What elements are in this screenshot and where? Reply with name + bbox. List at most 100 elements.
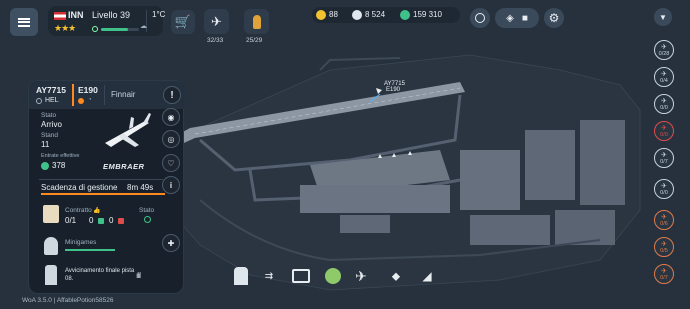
menu-button[interactable] [10, 8, 38, 36]
shop-button[interactable]: 🛒 [171, 10, 195, 34]
queue-item[interactable]: ✈ 0/7 [654, 148, 674, 168]
runway-tool-button[interactable]: ⇉ [256, 264, 282, 288]
queue-plane-icon: ✈ [661, 152, 667, 159]
info-icon: i [169, 180, 173, 190]
deadline-label: Scadenza di gestione [41, 183, 118, 192]
queue-item[interactable]: ✈ 0/0 [654, 94, 674, 114]
queue-count: 0/7 [660, 159, 668, 165]
exclamation-icon: ! [170, 89, 174, 101]
state-value: Arrivo [41, 120, 62, 129]
schedule-board-icon [292, 269, 310, 283]
layers-icon[interactable]: ◈ [506, 13, 514, 24]
info-small-icon: ◔ [88, 97, 92, 103]
level-label: Livello 39 [92, 10, 131, 20]
status-ok-icon [144, 216, 151, 223]
control-tower-icon [45, 265, 57, 285]
heart-icon: ♡ [167, 158, 175, 168]
contract-a-value: 0 [89, 216, 94, 225]
minigames-progress-bar [65, 249, 115, 251]
country-code: INN [68, 10, 84, 20]
runway-arrivals-icon: ⇉ [264, 270, 274, 282]
minigames-label: Minigames [65, 239, 97, 246]
deadline-progress-bar [41, 193, 165, 195]
queue-item[interactable]: ✈ 0/7 [654, 264, 674, 284]
queue-count: 0/4 [660, 78, 668, 84]
map-plane-label[interactable]: AY7715 E190 [384, 81, 405, 93]
stand-value: 11 [41, 140, 50, 149]
radar-icon [475, 13, 485, 23]
radar-button[interactable] [470, 8, 490, 28]
info-button[interactable]: i [162, 176, 180, 194]
settings-button[interactable]: ⚙ [544, 8, 564, 28]
queue-count: 0/7 [660, 275, 668, 281]
gamepad-button[interactable]: ✚ [162, 234, 180, 252]
focus-button[interactable]: ◉ [162, 108, 180, 126]
currency-bar[interactable]: 88 8 524 159 310 [312, 7, 460, 23]
xp-progress-bar [101, 28, 139, 31]
revenue-label: Entrate effettive [41, 153, 80, 159]
player-status-panel[interactable]: INN ★★★ Livello 39 1°C [48, 6, 166, 36]
schedule-tool-button[interactable] [288, 264, 314, 288]
vehicle-tool-button[interactable]: ⬥ [383, 264, 409, 288]
plane-tool-button[interactable]: ✈ [348, 264, 374, 288]
queue-count: 0/0 [660, 132, 668, 138]
queue-plane-icon: ✈ [661, 268, 667, 275]
earth-tool-button[interactable] [320, 264, 346, 288]
tower-tool-button[interactable] [228, 264, 254, 288]
star-currency-icon [316, 10, 326, 20]
version-label: WoA 3.5.0 | AffablePotion58526 [22, 297, 114, 304]
queue-item[interactable]: ✈ 0/4 [654, 67, 674, 87]
contract-value: 0/1 [65, 216, 77, 225]
eye-icon: ◉ [167, 112, 175, 122]
flag-icon [54, 12, 66, 20]
queue-item[interactable]: ✈ 0/6 [654, 210, 674, 230]
deadline-value: 8m 49s [127, 183, 154, 192]
camera-icon[interactable]: ■ [522, 13, 528, 24]
temperature: 1°C [152, 10, 166, 19]
staff-count: 25/29 [246, 37, 263, 44]
fleet-button[interactable]: ✈ [204, 9, 229, 34]
rating-stars-icon: ★★★ [54, 23, 76, 33]
stand-label: Stand [41, 132, 58, 139]
flight-origin: HEL [45, 97, 59, 104]
queue-item[interactable]: ✈ 0/0 [654, 121, 674, 141]
wing-tool-button[interactable]: ◢ [414, 264, 440, 288]
fleet-count: 32/33 [207, 37, 224, 44]
shop-cart-icon: 🛒 [174, 14, 192, 29]
tower-icon [234, 267, 248, 285]
state-label: Stato [41, 112, 57, 119]
manufacturer-name: EMBRAER [103, 162, 145, 171]
cash-currency-value: 159 310 [413, 10, 442, 19]
staff-button[interactable] [244, 9, 269, 34]
gamepad-icon: ✚ [167, 238, 175, 248]
filter-button[interactable]: ▼ [654, 8, 672, 26]
view-toggle-group[interactable]: ◈ ■ [495, 8, 539, 28]
red-thumb-icon [118, 218, 124, 224]
queue-count: 0/0 [660, 105, 668, 111]
queue-plane-icon: ✈ [661, 183, 667, 190]
alert-button[interactable]: ! [163, 86, 181, 104]
queue-count: 0/6 [660, 221, 668, 227]
queue-item[interactable]: ✈ 0/0 [654, 179, 674, 199]
aircraft-type: E190 [78, 85, 98, 95]
hamburger-icon [18, 17, 30, 27]
queue-plane-icon: ✈ [661, 71, 667, 78]
queue-item[interactable]: ✈ 0/5 [654, 237, 674, 257]
plane-tool-icon: ✈ [355, 267, 367, 284]
queue-plane-icon: ✈ [661, 44, 667, 51]
status-label: Stato [139, 207, 155, 214]
contract-icon [43, 205, 59, 223]
coin-currency-value: 8 524 [365, 10, 386, 19]
pilot-icon [44, 237, 58, 255]
map-plane-type: E190 [386, 87, 401, 93]
contract-label: Contratto [65, 207, 92, 214]
xp-icon [92, 26, 98, 32]
queue-count: 0/0 [660, 190, 668, 196]
view-button[interactable]: ◎ [162, 130, 180, 148]
queue-item[interactable]: ✈ 0/28 [654, 40, 674, 60]
queue-count: 0/5 [660, 248, 668, 254]
flight-info-panel: AY7715 HEL E190 ◔ Finnair ! Stato Arrivo… [28, 80, 185, 294]
favorite-button[interactable]: ♡ [162, 154, 180, 172]
globe-icon [36, 98, 42, 104]
terminal-building [300, 185, 450, 213]
